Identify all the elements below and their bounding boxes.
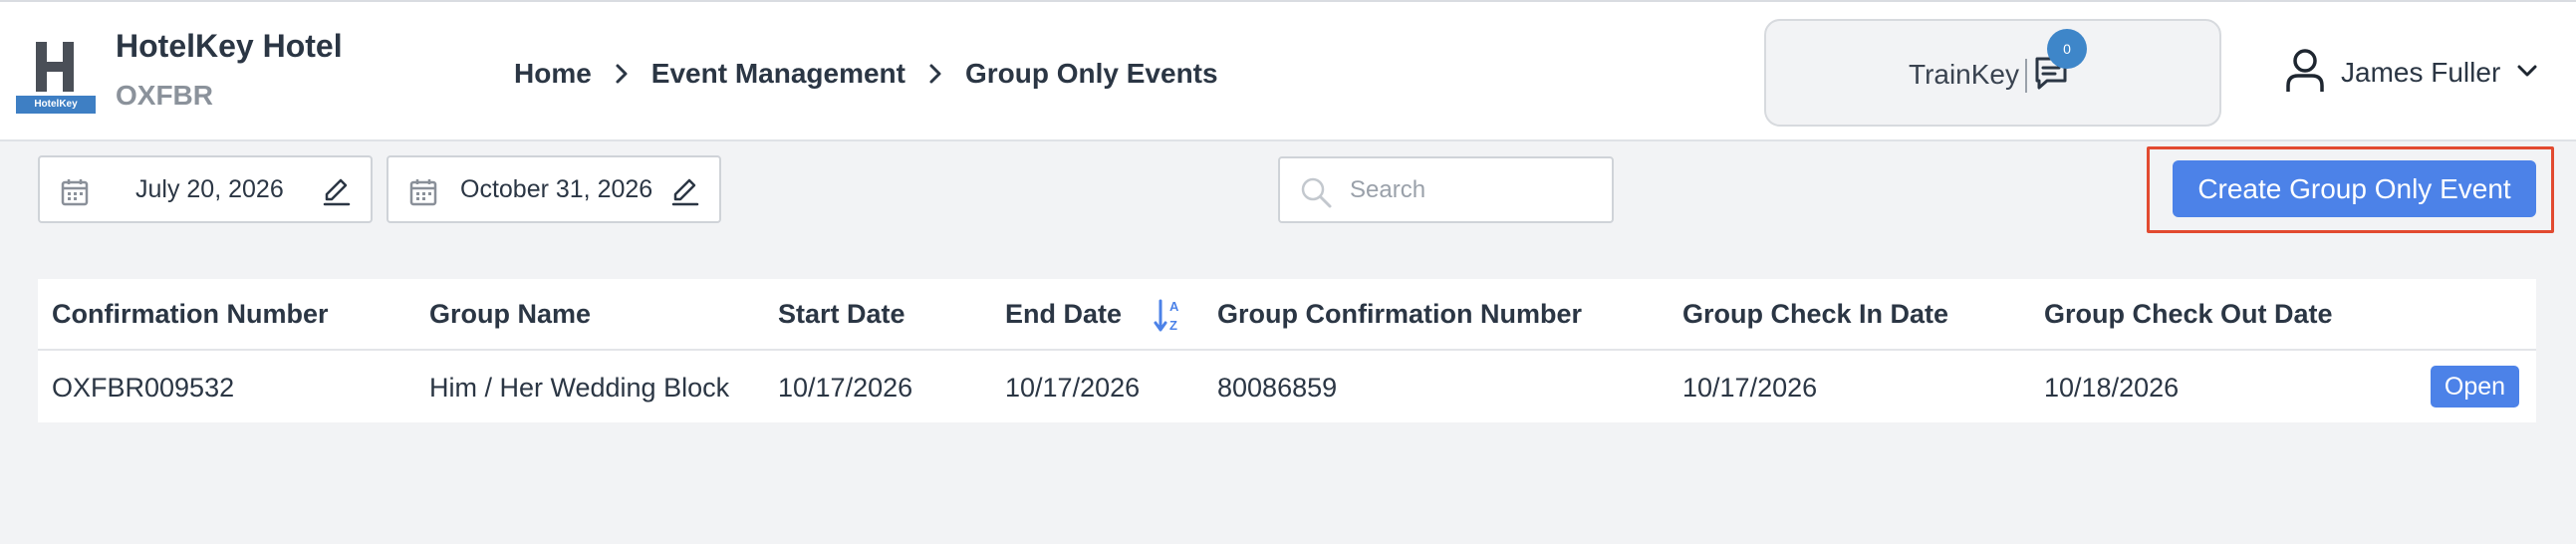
- table-row[interactable]: OXFBR009532 Him / Her Wedding Block 10/1…: [38, 351, 2536, 422]
- open-button[interactable]: Open: [2431, 366, 2519, 408]
- calendar-icon: [408, 177, 438, 207]
- edit-icon[interactable]: [321, 175, 353, 207]
- user-name: James Fuller: [2341, 57, 2501, 88]
- create-group-only-event-button[interactable]: Create Group Only Event: [2173, 160, 2536, 217]
- table-header: Confirmation Number Group Name Start Dat…: [38, 279, 2536, 351]
- breadcrumb-event-management[interactable]: Event Management: [651, 58, 905, 90]
- column-header-group-name[interactable]: Group Name: [429, 299, 591, 330]
- hotel-name: HotelKey Hotel: [116, 28, 343, 64]
- cell-start-date: 10/17/2026: [778, 373, 913, 403]
- svg-text:A: A: [1169, 299, 1179, 314]
- user-icon: [2285, 48, 2325, 99]
- cell-group-confirmation-number: 80086859: [1217, 373, 1338, 403]
- start-date-value: July 20, 2026: [135, 175, 284, 203]
- column-header-group-check-in-date[interactable]: Group Check In Date: [1682, 299, 1948, 330]
- trainkey-panel[interactable]: TrainKey 0: [1764, 19, 2221, 127]
- breadcrumb: Home Event Management Group Only Events: [514, 56, 1218, 92]
- cell-group-check-out-date: 10/18/2026: [2044, 373, 2180, 403]
- group-events-table: Confirmation Number Group Name Start Dat…: [38, 279, 2536, 422]
- edit-icon[interactable]: [669, 175, 701, 207]
- calendar-icon: [60, 177, 90, 207]
- search-icon: [1298, 174, 1334, 210]
- search-input[interactable]: [1350, 170, 1599, 210]
- search-box: [1278, 156, 1614, 223]
- sort-az-icon[interactable]: A Z: [1154, 297, 1185, 335]
- hotelkey-logo[interactable]: HotelKey: [16, 38, 96, 114]
- end-date-picker[interactable]: October 31, 2026: [386, 155, 721, 223]
- hotel-code: OXFBR: [116, 80, 213, 111]
- column-header-confirmation-number[interactable]: Confirmation Number: [52, 299, 329, 330]
- user-menu[interactable]: James Fuller: [2285, 48, 2538, 98]
- column-header-group-check-out-date[interactable]: Group Check Out Date: [2044, 299, 2333, 330]
- column-header-end-date[interactable]: End Date: [1005, 299, 1122, 330]
- breadcrumb-home[interactable]: Home: [514, 58, 592, 90]
- column-header-group-confirmation-number[interactable]: Group Confirmation Number: [1217, 299, 1582, 330]
- end-date-value: October 31, 2026: [460, 175, 653, 203]
- h-logo-icon: [36, 42, 74, 92]
- logo-label: HotelKey: [16, 96, 96, 114]
- cell-end-date: 10/17/2026: [1005, 373, 1141, 403]
- chevron-right-icon: [927, 63, 943, 85]
- notification-badge: 0: [2047, 29, 2087, 69]
- app-header: HotelKey HotelKey Hotel OXFBR Home Event…: [0, 0, 2576, 141]
- cell-group-name: Him / Her Wedding Block: [429, 373, 730, 403]
- cell-confirmation-number: OXFBR009532: [52, 373, 235, 403]
- trainkey-label: TrainKey: [1909, 59, 2020, 90]
- chevron-right-icon: [614, 63, 630, 85]
- breadcrumb-current: Group Only Events: [964, 58, 1218, 89]
- svg-text:Z: Z: [1169, 318, 1177, 333]
- divider: [2025, 59, 2027, 93]
- chevron-down-icon: [2516, 64, 2538, 83]
- cell-group-check-in-date: 10/17/2026: [1682, 373, 1818, 403]
- start-date-picker[interactable]: July 20, 2026: [38, 155, 373, 223]
- column-header-start-date[interactable]: Start Date: [778, 299, 905, 330]
